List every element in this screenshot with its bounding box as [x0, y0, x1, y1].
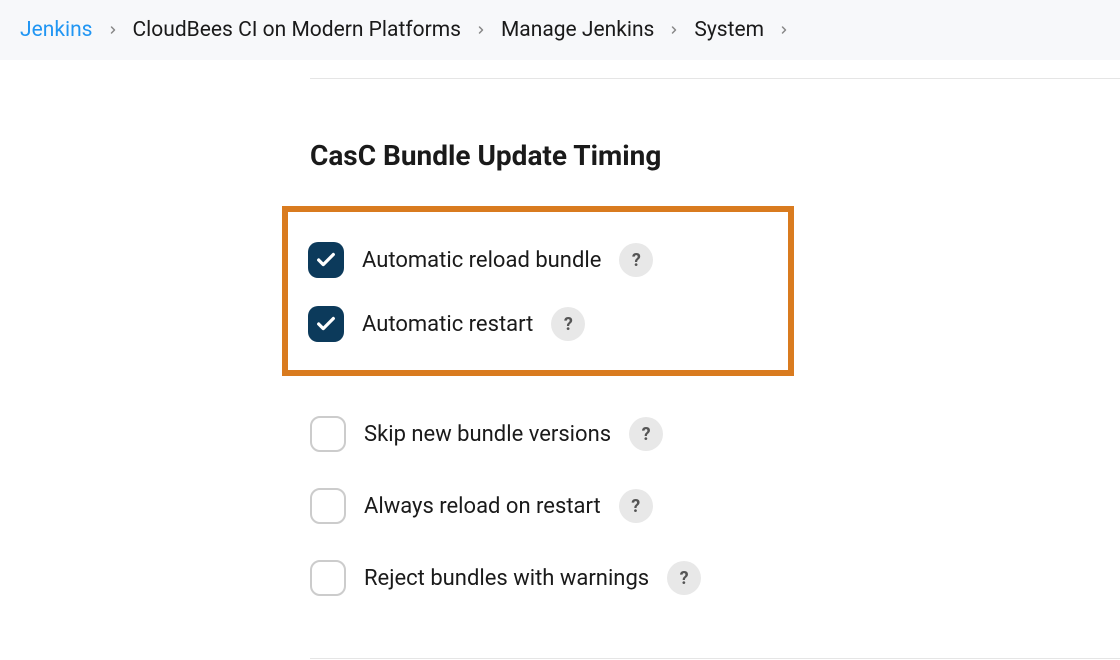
breadcrumb: Jenkins CloudBees CI on Modern Platforms…	[0, 0, 1120, 60]
option-reject-bundles-with-warnings: Reject bundles with warnings ?	[310, 542, 1120, 614]
breadcrumb-item-system[interactable]: System	[694, 18, 764, 42]
option-skip-new-bundle-versions: Skip new bundle versions ?	[310, 398, 1120, 470]
breadcrumb-item-cloudbees[interactable]: CloudBees CI on Modern Platforms	[133, 18, 461, 42]
help-icon[interactable]: ?	[667, 561, 701, 595]
chevron-right-icon	[668, 24, 680, 36]
divider	[310, 78, 1120, 79]
checkbox-skip-new-bundle-versions[interactable]	[310, 416, 346, 452]
help-icon[interactable]: ?	[619, 243, 653, 277]
checkbox-always-reload-on-restart[interactable]	[310, 488, 346, 524]
chevron-right-icon	[107, 24, 119, 36]
checkbox-automatic-reload-bundle[interactable]	[308, 242, 344, 278]
option-always-reload-on-restart: Always reload on restart ?	[310, 470, 1120, 542]
checkbox-automatic-restart[interactable]	[308, 306, 344, 342]
breadcrumb-item-manage-jenkins[interactable]: Manage Jenkins	[501, 18, 654, 42]
highlight-box: Automatic reload bundle ? Automatic rest…	[282, 206, 794, 376]
option-label[interactable]: Always reload on restart	[364, 494, 601, 519]
chevron-right-icon	[475, 24, 487, 36]
checkbox-reject-bundles-with-warnings[interactable]	[310, 560, 346, 596]
help-icon[interactable]: ?	[619, 489, 653, 523]
help-icon[interactable]: ?	[551, 307, 585, 341]
breadcrumb-item-jenkins[interactable]: Jenkins	[20, 18, 93, 42]
option-label[interactable]: Automatic reload bundle	[362, 248, 601, 273]
option-label[interactable]: Automatic restart	[362, 312, 533, 337]
option-label[interactable]: Reject bundles with warnings	[364, 566, 649, 591]
section-title: CasC Bundle Update Timing	[310, 139, 1120, 172]
option-label[interactable]: Skip new bundle versions	[364, 422, 611, 447]
option-automatic-restart: Automatic restart ?	[308, 292, 768, 356]
main-content: CasC Bundle Update Timing Automatic relo…	[0, 78, 1120, 659]
chevron-right-icon	[778, 24, 790, 36]
divider	[310, 658, 1120, 659]
option-automatic-reload-bundle: Automatic reload bundle ?	[308, 228, 768, 292]
help-icon[interactable]: ?	[629, 417, 663, 451]
